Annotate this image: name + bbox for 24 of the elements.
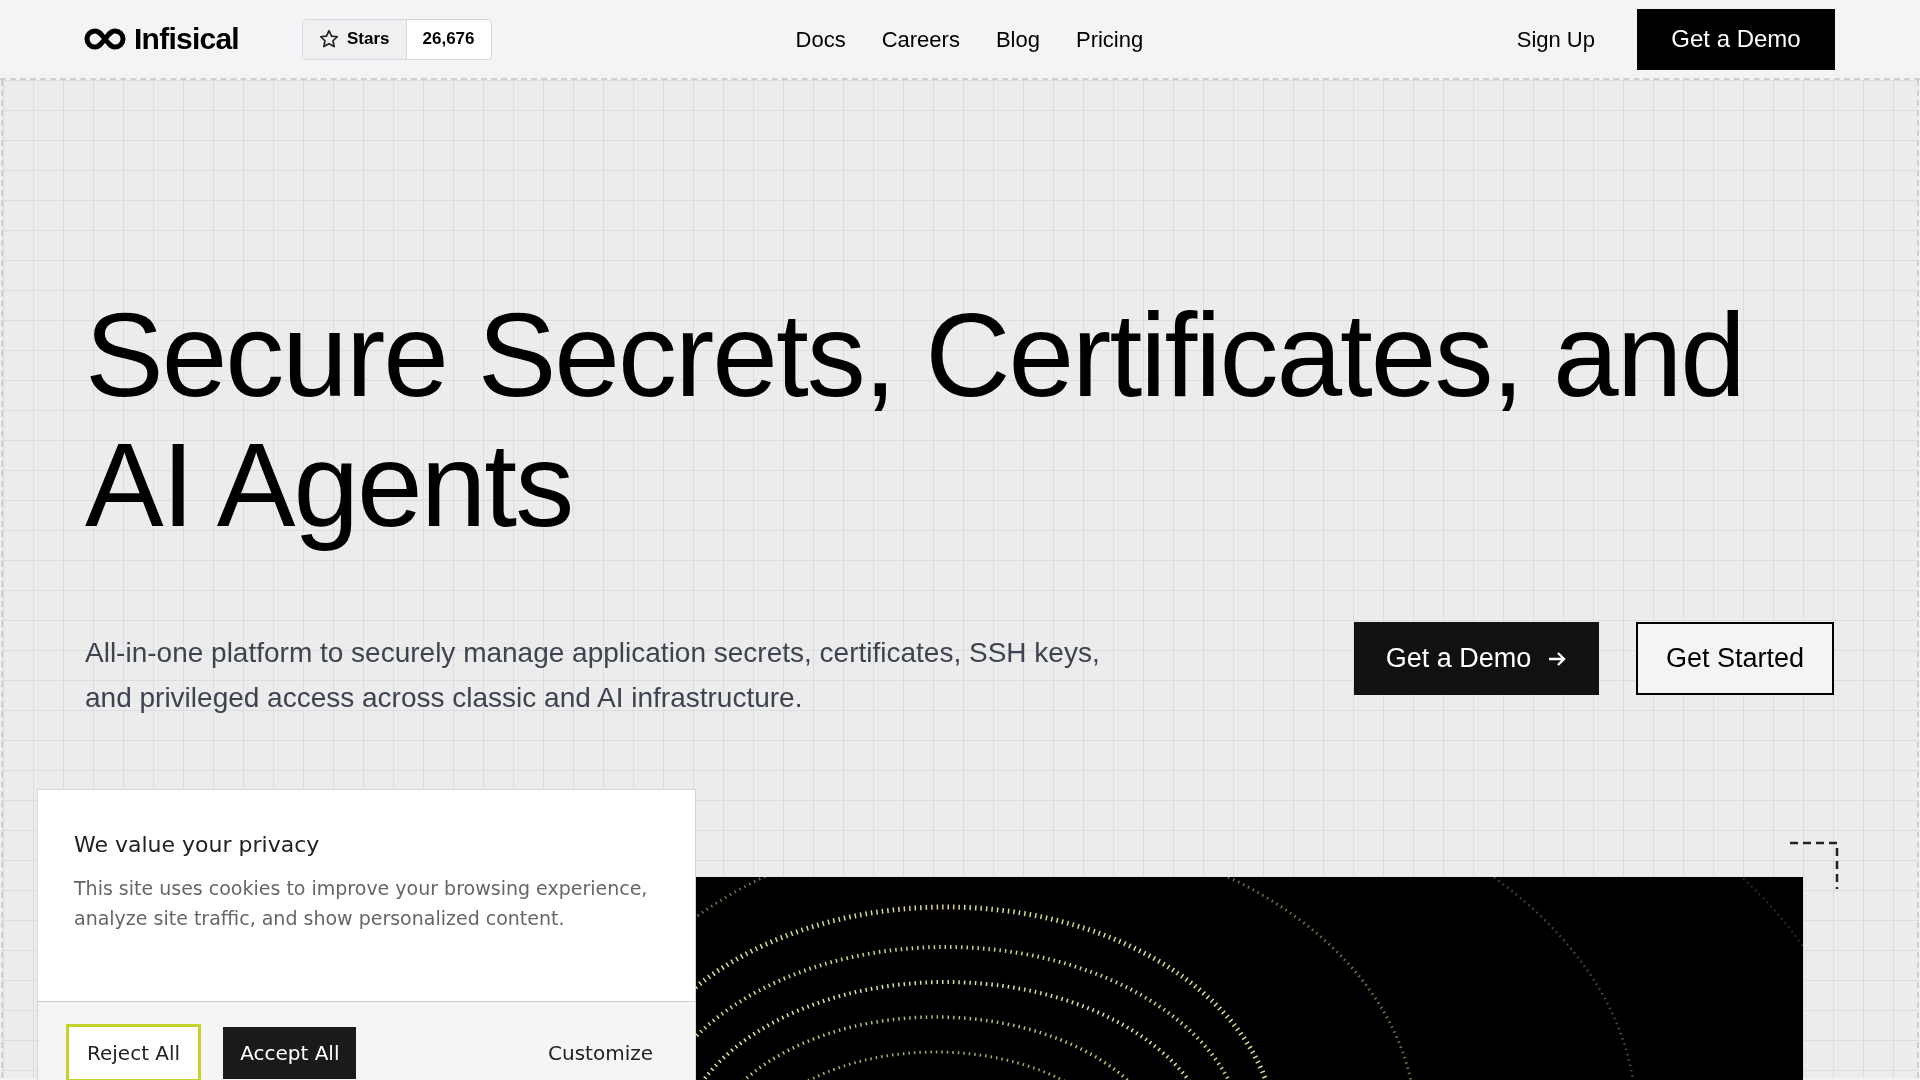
corner-bracket-icon bbox=[1789, 841, 1839, 889]
star-icon bbox=[319, 29, 339, 49]
get-started-button[interactable]: Get Started bbox=[1636, 622, 1834, 695]
stars-label: Stars bbox=[303, 19, 407, 59]
infinity-logo-icon bbox=[84, 28, 126, 50]
github-stars-button[interactable]: Stars 26,676 bbox=[302, 18, 492, 60]
nav-link[interactable]: Careers bbox=[881, 22, 960, 56]
sign-up-link[interactable]: Sign Up bbox=[1516, 22, 1595, 56]
cookie-button[interactable]: Accept All bbox=[223, 1027, 357, 1079]
hero-heading: AI Agents bbox=[85, 420, 573, 550]
nav-link[interactable]: Pricing bbox=[1075, 22, 1144, 56]
cookie-title: We value your privacy bbox=[74, 831, 320, 859]
cookie-body: This site uses cookies to improve your browsing experience, analyze site traffic, and show personalized content. bbox=[74, 876, 649, 931]
hero-heading: Secure Secrets, Certificates, and bbox=[85, 290, 1744, 420]
get-demo-button[interactable]: Get a Demo bbox=[1637, 8, 1835, 70]
nav-link[interactable]: Docs bbox=[795, 22, 846, 56]
logo-text[interactable]: Infisical bbox=[134, 24, 239, 54]
cookie-button[interactable]: Reject All bbox=[66, 1024, 202, 1080]
stars-count: 26,676 bbox=[421, 28, 476, 51]
customize-link[interactable]: Customize bbox=[534, 1027, 667, 1079]
nav-link[interactable]: Blog bbox=[995, 22, 1040, 56]
hero-subtitle: All-in-one platform to securely manage application secrets, certificates, SSH keys, and privileged access across classic and AI infrastructure. bbox=[85, 636, 1101, 715]
arrow-right-icon bbox=[1547, 649, 1568, 668]
get-demo-button[interactable]: Get a Demo bbox=[1354, 622, 1599, 695]
